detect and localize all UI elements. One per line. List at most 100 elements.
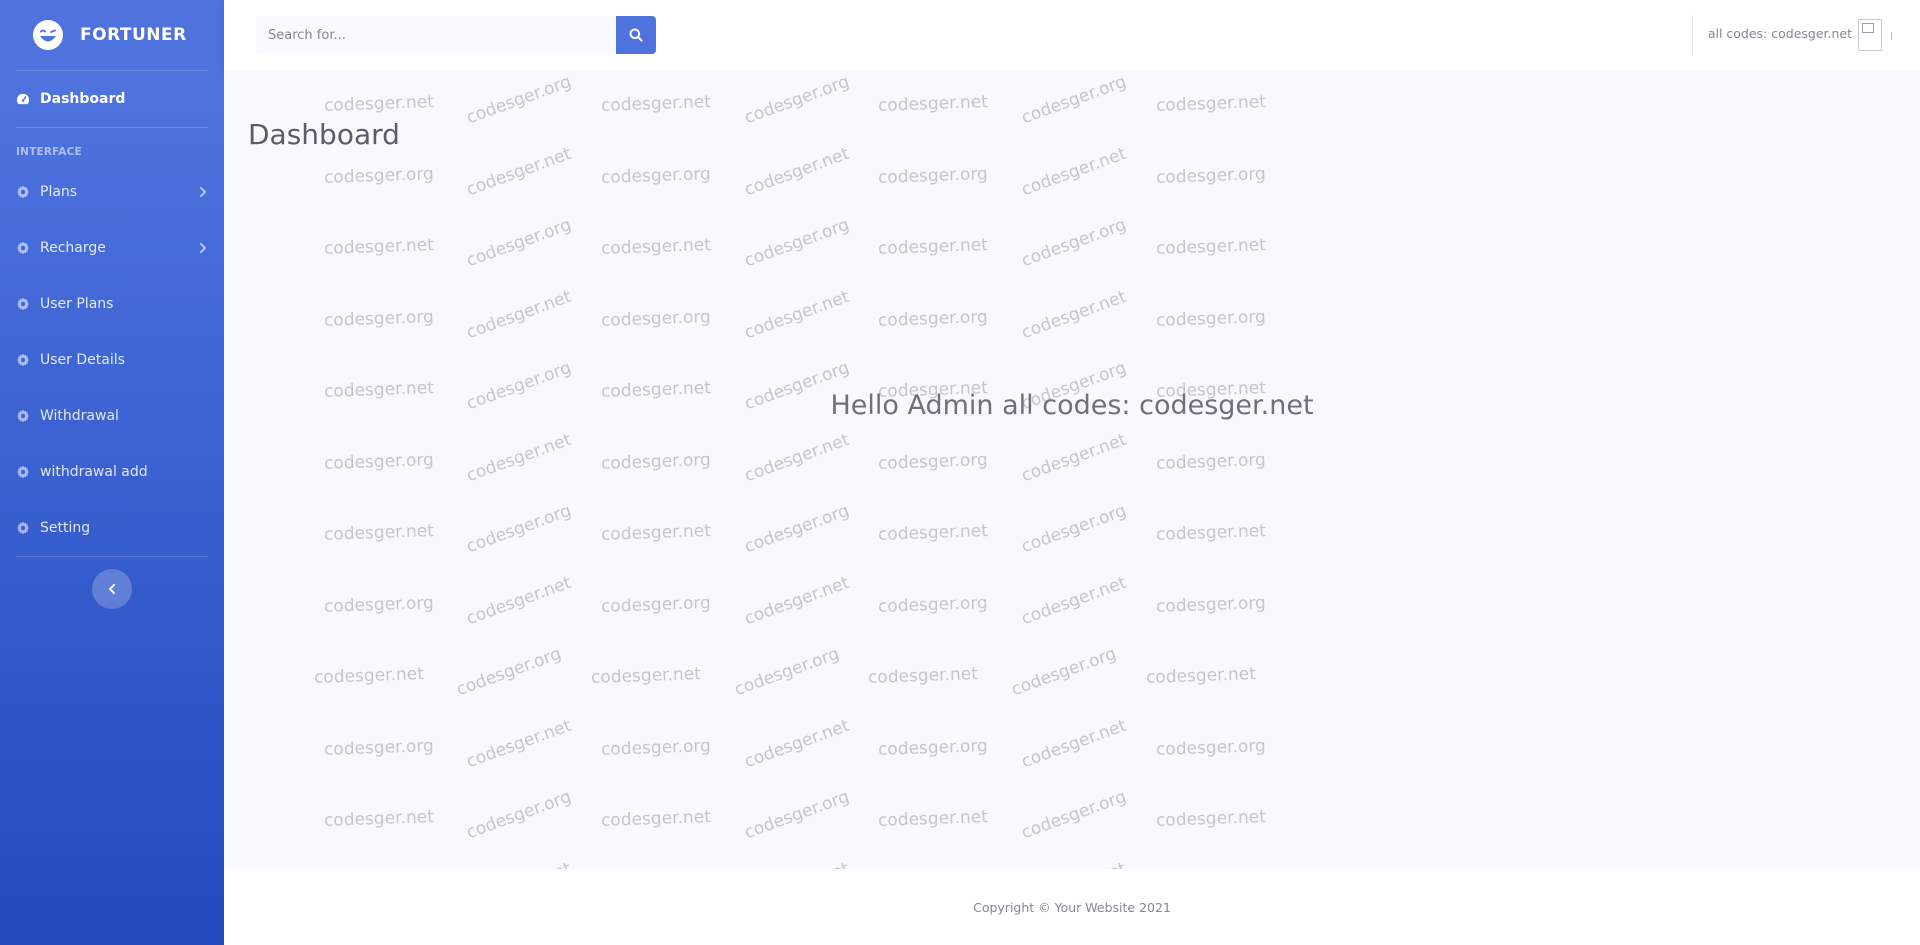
watermark-text: codesger.org <box>1155 306 1267 331</box>
watermark-text: codesger.net <box>323 235 435 259</box>
watermark-text: codesger.net <box>741 143 852 200</box>
watermark-text: codesger.org <box>600 449 712 474</box>
sidebar-item-label: Dashboard <box>40 91 126 107</box>
main-content: codesger.net codesger.org codesger.net code… <box>224 70 1920 869</box>
footer: Copyright © Your Website 2021 <box>224 869 1920 945</box>
sidebar-divider <box>16 556 208 557</box>
sidebar-item-user-details[interactable]: User Details <box>0 332 224 388</box>
sidebar-item-user-plans[interactable]: User Plans <box>0 276 224 332</box>
watermark-text: codesger.net <box>742 858 852 869</box>
watermark-text: codesger.org <box>323 163 435 188</box>
watermark-text: codesger.org <box>463 71 574 129</box>
sidebar-item-label: Recharge <box>40 240 106 256</box>
watermark-text: codesger.org <box>877 449 989 474</box>
watermark-text: codesger.net <box>463 429 574 486</box>
watermark-text: codesger.net <box>463 286 574 343</box>
watermark-text: codesger.net <box>600 92 712 116</box>
sidebar-item-recharge[interactable]: Recharge <box>0 220 224 276</box>
sidebar-item-setting[interactable]: Setting <box>0 500 224 556</box>
watermark-text: codesger.net <box>1155 807 1267 831</box>
watermark-text: codesger.org <box>600 163 712 188</box>
sidebar: FORTUNER Dashboard INTERFACE Plans Rechar… <box>0 0 224 945</box>
avatar-caret <box>1891 32 1892 40</box>
watermark-text: codesger.net <box>1018 429 1129 486</box>
watermark-text: codesger.net <box>877 521 989 545</box>
user-name[interactable]: all codes: codesger.net <box>1708 26 1852 41</box>
watermark-text: codesger.net <box>600 235 712 259</box>
watermark-text: codesger.org <box>731 643 842 701</box>
watermark-text: codesger.org <box>877 163 989 188</box>
watermark-text: codesger.org <box>323 735 435 760</box>
watermark-text: codesger.net <box>1155 92 1267 116</box>
search-button[interactable] <box>616 16 656 54</box>
chevron-right-icon <box>200 243 206 253</box>
tachometer-icon <box>16 93 30 105</box>
sidebar-heading: INTERFACE <box>16 146 82 158</box>
watermark-text: codesger.net <box>1018 143 1129 200</box>
watermark-layer: codesger.net codesger.org codesger.net code… <box>224 70 1920 869</box>
sidebar-brand[interactable]: FORTUNER <box>0 0 224 70</box>
watermark-text: codesger.org <box>1155 592 1267 617</box>
sidebar-nav-list: Plans Recharge User Plans User Details Withd… <box>0 164 224 556</box>
cog-icon <box>17 297 29 311</box>
sidebar-item-label: Setting <box>40 520 91 536</box>
watermark-text: codesger.net <box>1018 715 1129 772</box>
watermark-text: codesger.net <box>464 858 574 869</box>
sidebar-item-label: withdrawal add <box>40 464 148 480</box>
watermark-text: codesger.org <box>741 71 852 129</box>
search-input[interactable] <box>256 16 616 54</box>
watermark-text: codesger.org <box>1155 735 1267 760</box>
sidebar-item-dashboard[interactable]: Dashboard <box>0 71 224 127</box>
sidebar-toggle-button[interactable] <box>92 569 132 609</box>
watermark-text: codesger.net <box>313 664 425 688</box>
chevron-left-icon <box>109 584 115 594</box>
watermark-text: codesger.net <box>867 664 979 688</box>
welcome-message: Hello Admin all codes: codesger.net <box>830 390 1314 421</box>
watermark-text: codesger.org <box>1155 449 1267 474</box>
watermark-text: codesger.net <box>877 92 989 116</box>
watermark-text: codesger.net <box>1018 572 1129 629</box>
watermark-text: codesger.net <box>1155 235 1267 259</box>
sidebar-item-label: User Plans <box>40 296 114 312</box>
avatar[interactable] <box>1858 19 1882 51</box>
search-icon <box>629 28 643 42</box>
watermark-text: codesger.net <box>600 521 712 545</box>
watermark-text: codesger.net <box>741 715 852 772</box>
watermark-text: codesger.org <box>323 306 435 331</box>
watermark-text: codesger.net <box>323 92 435 116</box>
watermark-text: codesger.org <box>1018 71 1129 129</box>
watermark-text: codesger.net <box>463 715 574 772</box>
sidebar-item-withdrawal[interactable]: Withdrawal <box>0 388 224 444</box>
sidebar-item-label: Plans <box>40 184 78 200</box>
watermark-text: codesger.net <box>463 572 574 629</box>
watermark-text: codesger.net <box>877 235 989 259</box>
watermark-text: codesger.net <box>590 664 702 688</box>
chevron-right-icon <box>200 187 206 197</box>
sidebar-item-label: Withdrawal <box>40 408 119 424</box>
cog-icon <box>17 409 29 423</box>
topbar: all codes: codesger.net <box>224 0 1920 70</box>
watermark-text: codesger.org <box>453 643 564 701</box>
sidebar-item-plans[interactable]: Plans <box>0 164 224 220</box>
watermark-text: codesger.net <box>463 143 574 200</box>
watermark-text: codesger.org <box>463 500 574 558</box>
watermark-text: codesger.net <box>323 521 435 545</box>
watermark-text: codesger.org <box>1018 786 1129 844</box>
topbar-divider <box>1692 15 1693 55</box>
watermark-text: codesger.org <box>463 214 574 272</box>
cog-icon <box>17 353 29 367</box>
cog-icon <box>17 521 29 535</box>
sidebar-item-withdrawal-add[interactable]: withdrawal add <box>0 444 224 500</box>
watermark-text: codesger.net <box>877 807 989 831</box>
laugh-wink-icon <box>33 20 63 50</box>
watermark-text: codesger.org <box>877 306 989 331</box>
watermark-text: codesger.org <box>1008 643 1119 701</box>
watermark-text: codesger.org <box>600 592 712 617</box>
watermark-text: codesger.net <box>741 286 852 343</box>
watermark-text: codesger.org <box>600 735 712 760</box>
watermark-text: codesger.org <box>1155 163 1267 188</box>
watermark-text: codesger.org <box>741 500 852 558</box>
watermark-text: codesger.net <box>600 807 712 831</box>
page-title: Dashboard <box>248 118 400 151</box>
copyright-text: Copyright © Your Website 2021 <box>973 899 1171 915</box>
